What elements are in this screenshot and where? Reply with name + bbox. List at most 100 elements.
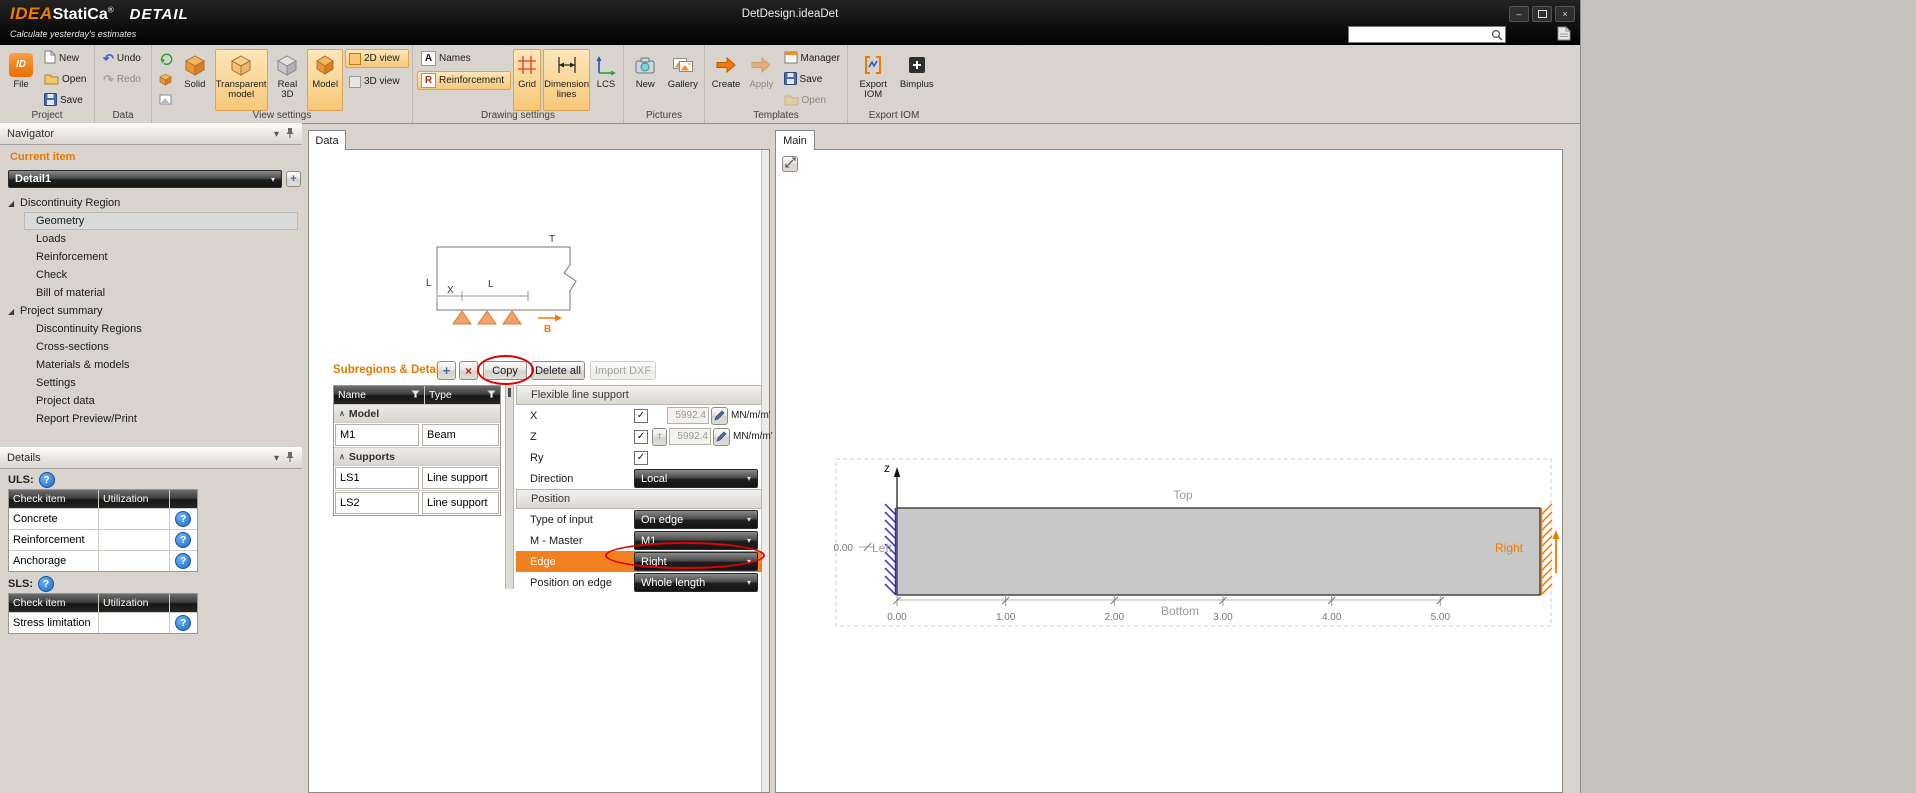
current-item-select[interactable]: Detail1 ▾	[8, 170, 282, 188]
add-item-button[interactable]: +	[437, 361, 456, 380]
zoom-fit-button[interactable]	[782, 156, 798, 172]
tree-item-project-data[interactable]: Project data	[24, 392, 298, 410]
direction-select[interactable]: Local ▾	[634, 469, 758, 488]
redo-button[interactable]: ↷ Redo	[99, 70, 145, 89]
edge-select[interactable]: Right ▾	[634, 552, 758, 571]
apply-template-button[interactable]: Apply	[745, 49, 777, 111]
column-header-name[interactable]: Name	[334, 386, 424, 404]
axonometry-view-icon[interactable]	[156, 70, 175, 89]
add-detail-button[interactable]: +	[286, 171, 301, 187]
tree-item-cross-sections[interactable]: Cross-sections	[24, 338, 298, 356]
edit-pencil-button[interactable]	[711, 407, 728, 425]
help-icon[interactable]: ?	[175, 553, 191, 569]
search-icon[interactable]	[1491, 29, 1503, 41]
property-grid: Flexible line support X ✓ 5992.4 MN/m/m'…	[516, 385, 762, 593]
model-button[interactable]: Model	[307, 49, 343, 111]
search-input[interactable]	[1349, 29, 1491, 41]
pin-icon[interactable]	[285, 451, 295, 466]
bimplus-button[interactable]: Bimplus	[896, 49, 937, 111]
nonlinear-up-button[interactable]: ↑	[652, 428, 667, 446]
reinforcement-toggle-button[interactable]: R Reinforcement	[417, 71, 511, 90]
copy-button[interactable]: Copy	[483, 361, 527, 380]
tree-item-settings[interactable]: Settings	[24, 374, 298, 392]
splitter-handle[interactable]	[505, 385, 514, 589]
position-on-edge-select[interactable]: Whole length ▾	[634, 573, 758, 592]
collapse-panel-icon[interactable]: ▾	[274, 129, 279, 140]
collapse-panel-icon[interactable]: ▾	[274, 453, 279, 464]
filter-icon[interactable]	[411, 389, 420, 401]
expander-icon[interactable]: ◢	[8, 307, 20, 316]
data-panel-scrollbar[interactable]	[761, 150, 769, 792]
undo-button[interactable]: ↶ Undo	[99, 49, 145, 68]
real-3d-button[interactable]: Real 3D	[270, 49, 306, 111]
solid-button[interactable]: Solid	[177, 49, 213, 111]
tree-item-materials-models[interactable]: Materials & models	[24, 356, 298, 374]
type-of-input-select[interactable]: On edge ▾	[634, 510, 758, 529]
tree-item-project-summary[interactable]: ◢ Project summary	[0, 302, 302, 320]
table-row-m1[interactable]: M1 Beam	[334, 423, 500, 447]
new-project-button[interactable]: New	[40, 49, 90, 68]
help-icon[interactable]: ?	[38, 576, 54, 592]
lcs-button[interactable]: LCS	[592, 49, 620, 111]
feedback-icon[interactable]	[1556, 25, 1572, 41]
template-open-button[interactable]: Open	[780, 91, 844, 110]
3d-view-button[interactable]: 3D view	[345, 72, 409, 91]
minimize-button[interactable]: –	[1509, 6, 1529, 22]
save-project-button[interactable]: Save	[40, 91, 90, 110]
delete-item-button[interactable]: ×	[459, 361, 478, 380]
column-header-type[interactable]: Type	[425, 386, 500, 404]
table-row-ls1[interactable]: LS1 Line support	[334, 466, 500, 490]
file-button[interactable]: ID File	[4, 49, 38, 111]
new-picture-button[interactable]: New	[628, 49, 663, 111]
table-group-model[interactable]: ∧ Model	[334, 405, 500, 422]
diagram-label-t: T	[549, 234, 555, 245]
template-manager-button[interactable]: Manager	[780, 49, 844, 68]
import-dxf-button[interactable]: Import DXF	[590, 361, 656, 380]
expander-icon[interactable]: ◢	[8, 199, 20, 208]
master-select[interactable]: M1 ▾	[634, 531, 758, 550]
tree-item-discontinuity-region[interactable]: ◢ Discontinuity Region	[0, 194, 302, 212]
create-template-button[interactable]: Create	[709, 49, 743, 111]
tree-item-bill-of-material[interactable]: Bill of material	[24, 284, 298, 302]
tab-main[interactable]: Main	[775, 130, 815, 150]
pin-icon[interactable]	[285, 127, 295, 142]
table-row-anchorage[interactable]: Anchorage ?	[9, 551, 197, 571]
transparent-model-button[interactable]: Transparent model	[215, 49, 268, 111]
help-icon[interactable]: ?	[175, 615, 191, 631]
tree-item-reinforcement[interactable]: Reinforcement	[24, 248, 298, 266]
close-button[interactable]: ×	[1555, 6, 1575, 22]
names-toggle-button[interactable]: A Names	[417, 49, 511, 68]
table-row-reinforcement[interactable]: Reinforcement ?	[9, 530, 197, 550]
clipboard-image-icon[interactable]	[156, 91, 175, 110]
tree-item-loads[interactable]: Loads	[24, 230, 298, 248]
tree-item-report-preview-print[interactable]: Report Preview/Print	[24, 410, 298, 428]
table-row-concrete[interactable]: Concrete ?	[9, 509, 197, 529]
export-iom-button[interactable]: Export IOM	[852, 49, 894, 111]
help-icon[interactable]: ?	[39, 472, 55, 488]
table-row-ls2[interactable]: LS2 Line support	[334, 491, 500, 515]
table-group-supports[interactable]: ∧ Supports	[334, 448, 500, 465]
gallery-button[interactable]: Gallery	[665, 49, 701, 111]
navigator-header: Navigator ▾	[0, 123, 302, 145]
help-icon[interactable]: ?	[175, 532, 191, 548]
open-project-button[interactable]: Open	[40, 70, 90, 89]
tree-item-discontinuity-regions[interactable]: Discontinuity Regions	[24, 320, 298, 338]
edit-pencil-button[interactable]	[713, 428, 730, 446]
maximize-button[interactable]	[1532, 6, 1552, 22]
tree-item-check[interactable]: Check	[24, 266, 298, 284]
2d-view-button[interactable]: 2D view	[345, 49, 409, 68]
dimension-lines-button[interactable]: Dimension lines	[543, 49, 590, 111]
filter-icon[interactable]	[487, 389, 496, 401]
redraw-view-icon[interactable]	[156, 49, 175, 68]
template-save-button[interactable]: Save	[780, 70, 844, 89]
delete-all-button[interactable]: Delete all	[531, 361, 585, 380]
help-icon[interactable]: ?	[175, 511, 191, 527]
z-stiffness-checkbox[interactable]: ✓	[634, 430, 648, 444]
table-row-stress-limitation[interactable]: Stress limitation ?	[9, 613, 197, 633]
main-canvas-panel[interactable]	[775, 149, 1563, 793]
grid-button[interactable]: Grid	[513, 49, 541, 111]
ry-checkbox[interactable]: ✓	[634, 451, 648, 465]
tree-item-geometry[interactable]: Geometry	[24, 212, 298, 230]
x-stiffness-checkbox[interactable]: ✓	[634, 409, 648, 423]
tab-data[interactable]: Data	[308, 130, 346, 150]
